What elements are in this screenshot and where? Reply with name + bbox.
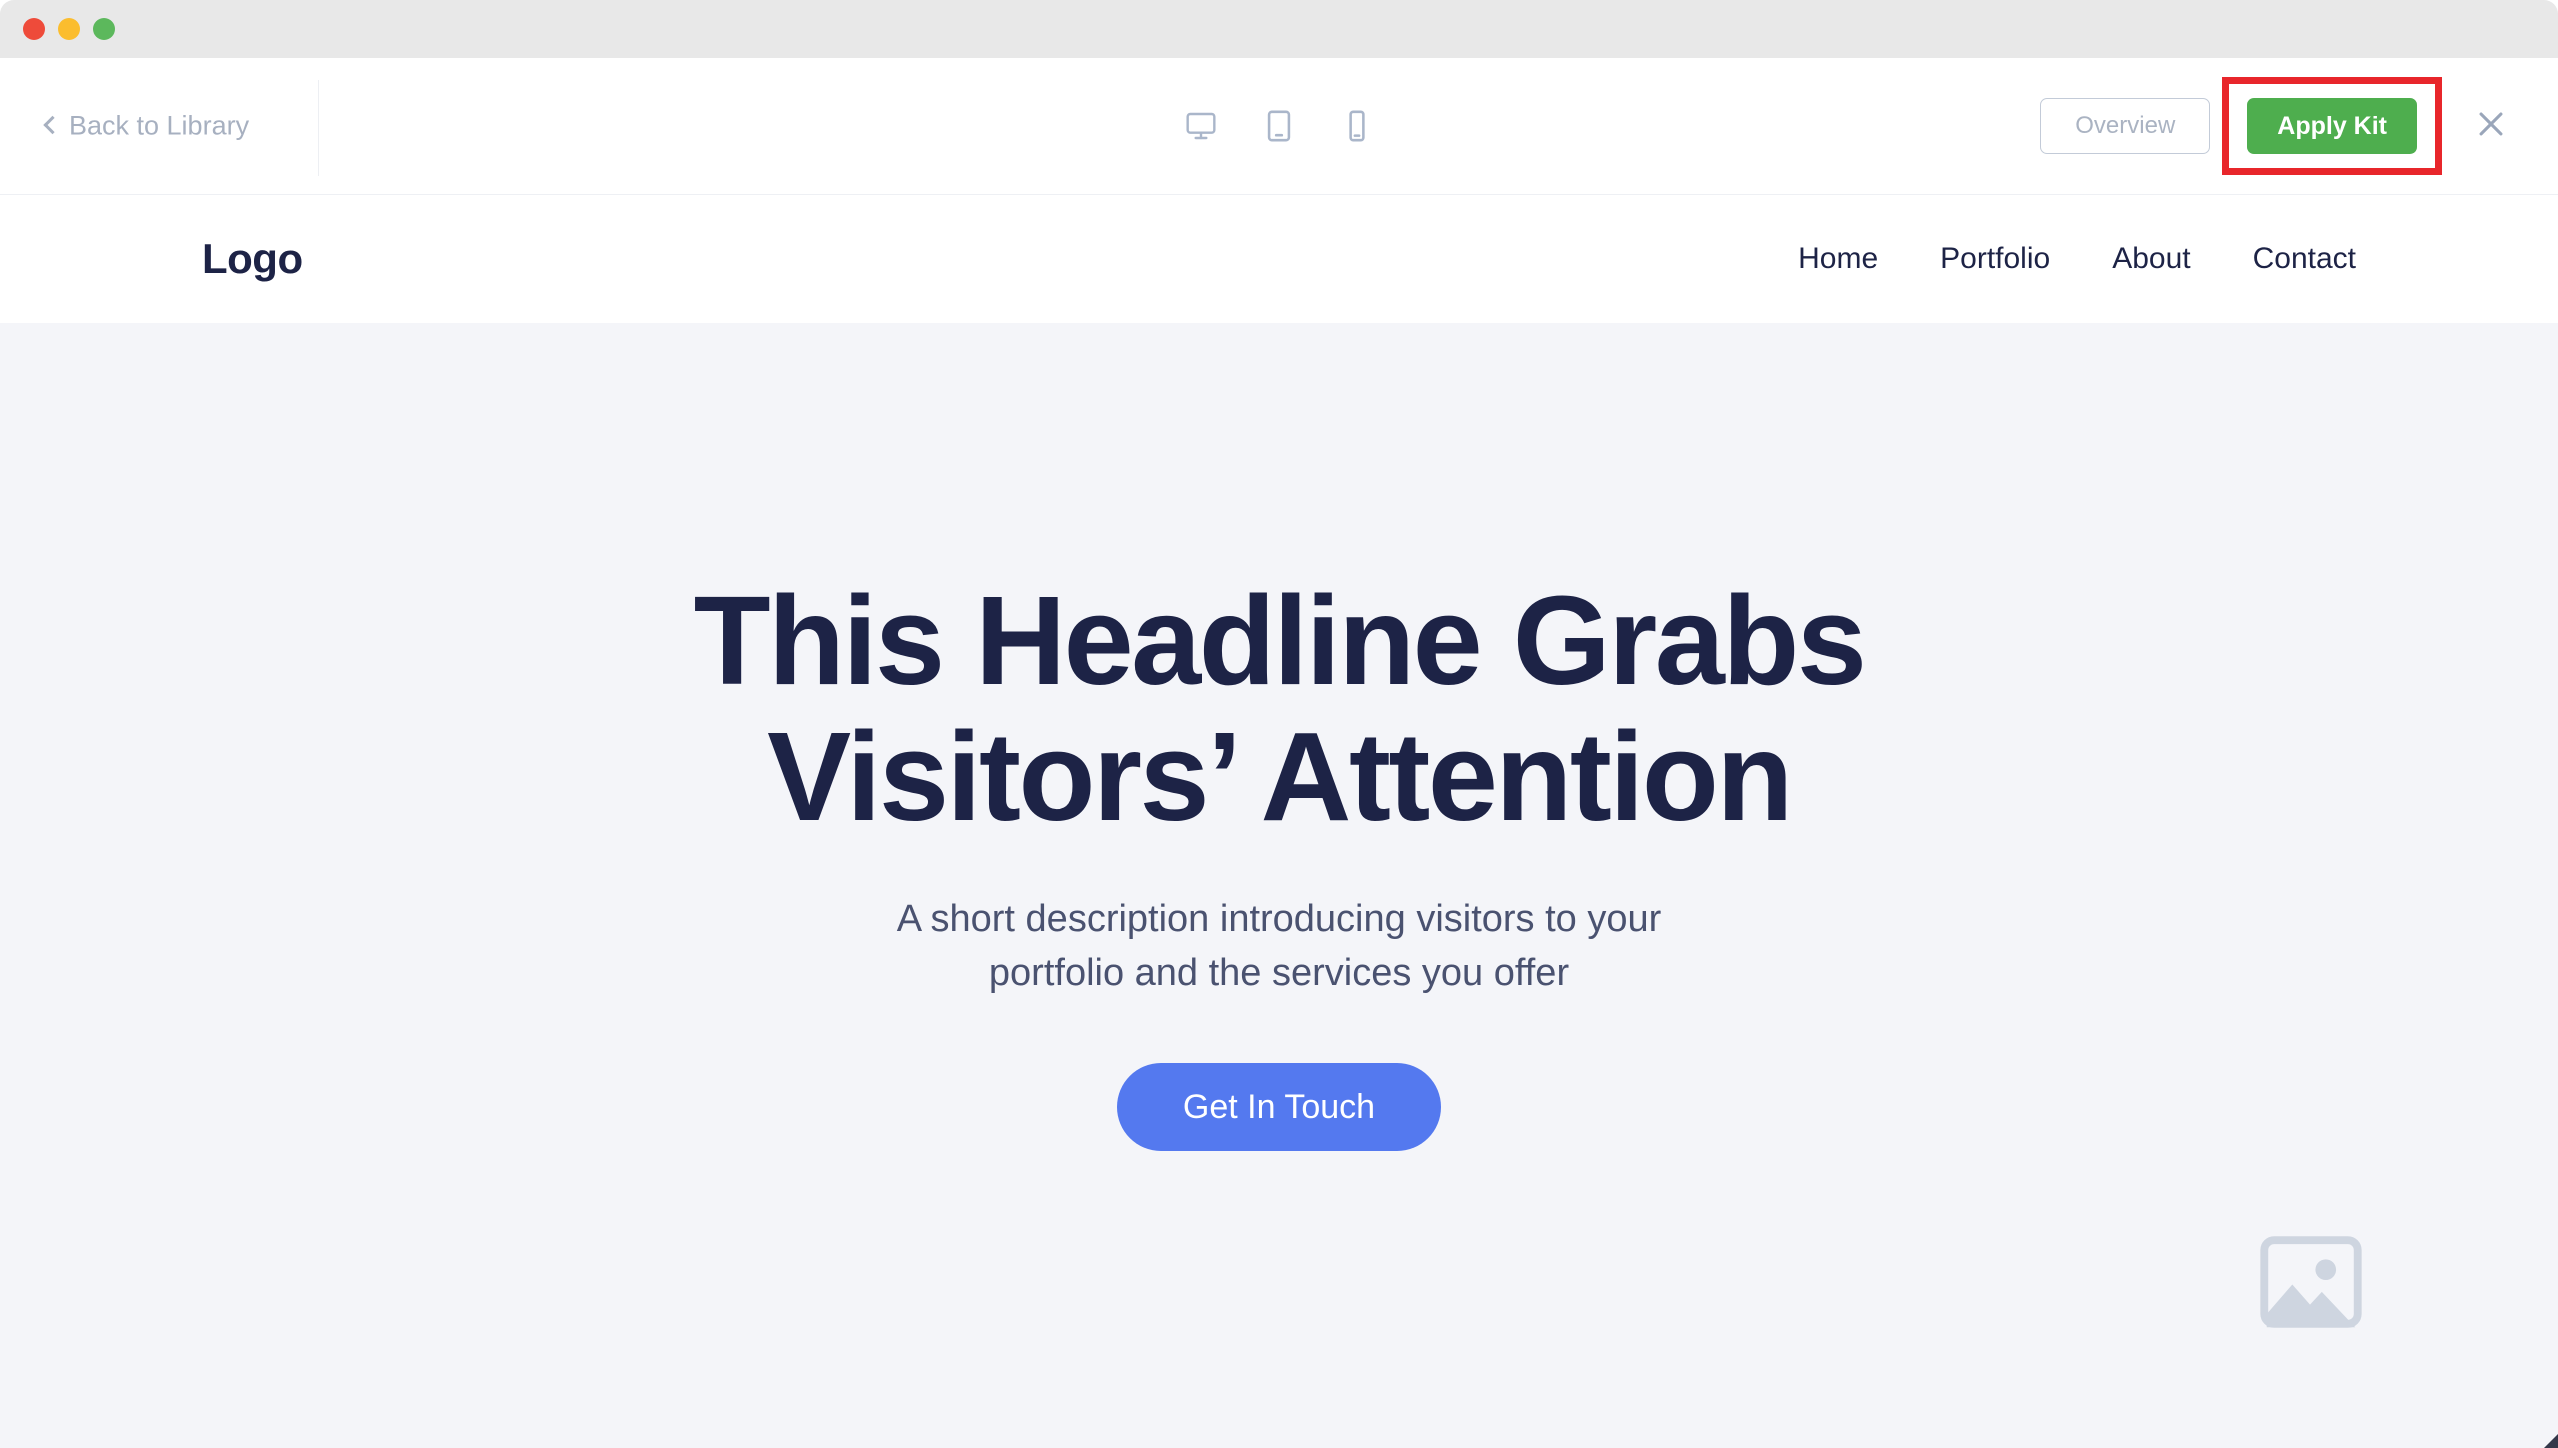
- site-preview: Logo Home Portfolio About Contact This H…: [0, 195, 2558, 1448]
- mobile-icon: [1346, 109, 1368, 143]
- hero-headline-line-1: This Headline Grabs: [693, 570, 1867, 711]
- back-to-library-label: Back to Library: [69, 110, 250, 141]
- apply-kit-button[interactable]: Apply Kit: [2247, 98, 2417, 154]
- get-in-touch-button[interactable]: Get In Touch: [1116, 1063, 1442, 1152]
- back-to-library-button[interactable]: Back to Library: [43, 110, 250, 142]
- site-nav: Home Portfolio About Contact: [1798, 242, 2356, 276]
- monitor-icon: [1184, 110, 1218, 142]
- device-mobile-button[interactable]: [1334, 103, 1380, 149]
- hero-subtitle-line-2: portfolio and the services you offer: [988, 952, 1570, 995]
- hero-subtitle: A short description introducing visitors…: [897, 893, 1662, 1001]
- device-tablet-button[interactable]: [1256, 103, 1302, 149]
- overview-label: Overview: [2075, 112, 2176, 139]
- window-minimize-dot[interactable]: [58, 18, 80, 40]
- nav-item-portfolio[interactable]: Portfolio: [1940, 242, 2050, 276]
- site-logo[interactable]: Logo: [202, 235, 303, 283]
- app-window: Back to Library Overview Apply Kit Logo …: [0, 0, 2558, 1448]
- window-zoom-dot[interactable]: [93, 18, 115, 40]
- traffic-lights: [23, 18, 115, 40]
- toolbar-actions: Overview Apply Kit: [2040, 77, 2518, 175]
- toolbar-divider: [318, 80, 319, 176]
- site-header: Logo Home Portfolio About Contact: [0, 195, 2558, 323]
- hero-headline: This Headline Grabs Visitors’ Attention: [693, 570, 1867, 848]
- hero-subtitle-line-1: A short description introducing visitors…: [896, 898, 1662, 941]
- apply-kit-highlight: Apply Kit: [2222, 77, 2442, 175]
- tablet-icon: [1265, 109, 1293, 143]
- nav-item-about[interactable]: About: [2112, 242, 2190, 276]
- editor-toolbar: Back to Library Overview Apply Kit: [0, 58, 2558, 195]
- nav-item-home[interactable]: Home: [1798, 242, 1878, 276]
- window-close-dot[interactable]: [23, 18, 45, 40]
- window-titlebar: [0, 0, 2558, 58]
- overview-button[interactable]: Overview: [2040, 98, 2211, 154]
- close-icon: [2474, 107, 2508, 146]
- device-desktop-button[interactable]: [1178, 103, 1224, 149]
- nav-item-contact[interactable]: Contact: [2253, 242, 2356, 276]
- device-preview-switch: [1178, 103, 1380, 149]
- image-placeholder-icon: [2252, 1223, 2370, 1341]
- hero-section: This Headline Grabs Visitors’ Attention …: [0, 323, 2558, 1448]
- close-preview-button[interactable]: [2464, 99, 2518, 153]
- apply-kit-label: Apply Kit: [2277, 111, 2387, 140]
- chevron-left-icon: [43, 115, 62, 135]
- hero-headline-line-2: Visitors’ Attention: [767, 706, 1793, 848]
